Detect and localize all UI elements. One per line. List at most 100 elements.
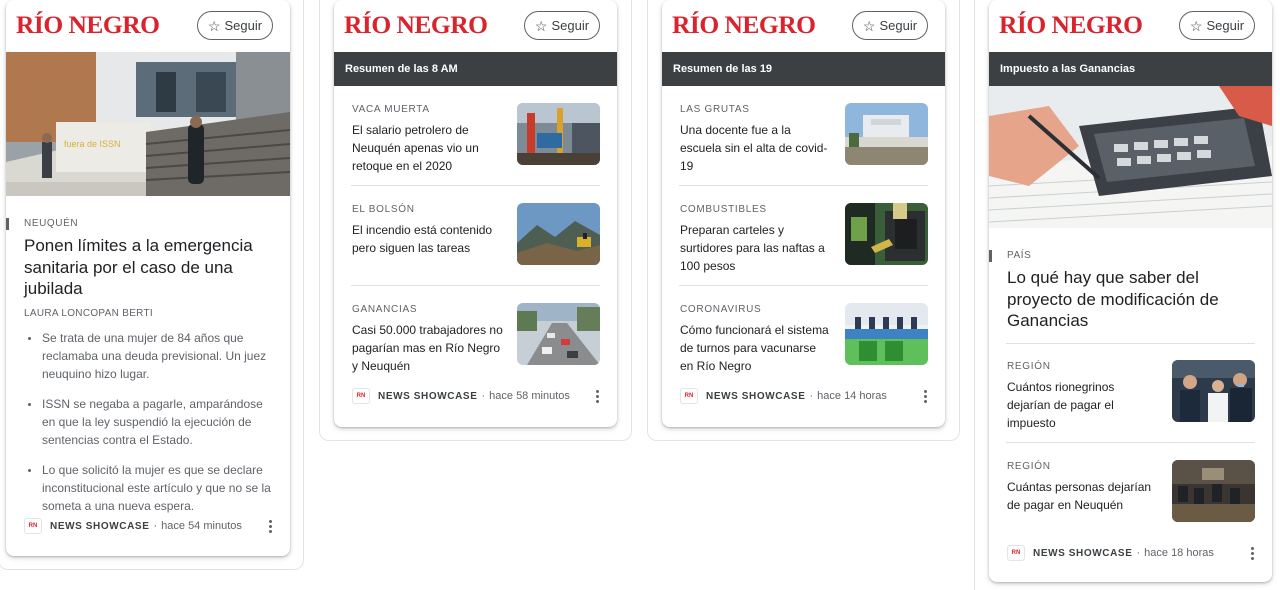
rio-negro-logo[interactable]: RÍO NEGRO xyxy=(344,12,488,40)
list-item[interactable]: GANANCIAS Casi 50.000 trabajadores no pa… xyxy=(351,286,600,386)
card-footer: RN NEWS SHOWCASE · hace 54 minutos xyxy=(24,516,276,536)
lead-story[interactable]: PAÍS Lo qué hay que saber del proyecto d… xyxy=(989,250,1272,332)
bullet-item: Se trata de una mujer de 84 años que rec… xyxy=(24,329,272,383)
item-kicker: LAS GRUTAS xyxy=(680,104,750,115)
calculator-photo xyxy=(989,86,1272,228)
item-thumbnail[interactable] xyxy=(845,103,928,165)
item-thumbnail[interactable] xyxy=(517,203,600,265)
rio-negro-logo[interactable]: RÍO NEGRO xyxy=(999,12,1143,40)
follow-button[interactable]: ☆ Seguir xyxy=(524,11,600,40)
divider-line xyxy=(974,0,975,590)
lead-kicker: NEUQUÉN xyxy=(24,218,79,229)
oil-rig-photo xyxy=(517,103,600,165)
lead-kicker: PAÍS xyxy=(1007,250,1032,261)
more-options-icon[interactable] xyxy=(1247,546,1258,560)
svg-text:fuera de ISSN: fuera de ISSN xyxy=(64,139,121,149)
follow-button[interactable]: ☆ Seguir xyxy=(852,11,928,40)
item-thumbnail[interactable] xyxy=(845,203,928,265)
list-item[interactable]: VACA MUERTA El salario petrolero de Neuq… xyxy=(351,86,600,186)
card-footer: RN NEWS SHOWCASE · hace 58 minutos xyxy=(352,386,603,406)
news-card-ganancias[interactable]: RÍO NEGRO ☆ Seguir Impuesto a las Gananc… xyxy=(989,0,1272,582)
timestamp: hace 54 minutos xyxy=(161,520,242,532)
item-title[interactable]: Cuántos rionegrinos dejarían de pagar el… xyxy=(1007,378,1159,432)
source-label[interactable]: NEWS SHOWCASE xyxy=(706,391,805,402)
list-item[interactable]: CORONAVIRUS Cómo funcionará el sistema d… xyxy=(679,286,928,386)
traffic-photo xyxy=(517,303,600,365)
lead-image[interactable]: fuera de ISSN xyxy=(6,52,290,196)
source-label[interactable]: NEWS SHOWCASE xyxy=(378,391,477,402)
card-header: RÍO NEGRO ☆ Seguir xyxy=(6,0,290,52)
related-list: REGIÓN Cuántos rionegrinos dejarían de p… xyxy=(989,343,1272,543)
section-bar[interactable]: Impuesto a las Ganancias xyxy=(989,52,1272,86)
separator: · xyxy=(153,520,158,532)
item-kicker: CORONAVIRUS xyxy=(680,304,762,315)
follow-label: Seguir xyxy=(879,18,918,33)
item-thumbnail[interactable] xyxy=(845,303,928,365)
item-title[interactable]: Cómo funcionará el sistema de turnos par… xyxy=(680,321,832,375)
congress-photo xyxy=(1172,460,1255,522)
source-label[interactable]: NEWS SHOWCASE xyxy=(1033,548,1132,559)
fuel-pump-photo xyxy=(845,203,928,265)
item-title[interactable]: Casi 50.000 trabajadores no pagarían mas… xyxy=(352,321,504,375)
source-label[interactable]: NEWS SHOWCASE xyxy=(50,521,149,532)
mountain-fire-photo xyxy=(517,203,600,265)
separator: · xyxy=(1136,547,1141,559)
card-header: RÍO NEGRO ☆ Seguir xyxy=(989,0,1272,52)
list-item[interactable]: REGIÓN Cuántos rionegrinos dejarían de p… xyxy=(1006,343,1255,443)
item-kicker: VACA MUERTA xyxy=(352,104,430,115)
bullet-item: ISSN se negaba a pagarle, amparándose en… xyxy=(24,395,272,449)
section-marker xyxy=(989,250,992,262)
timestamp: hace 14 horas xyxy=(817,390,887,402)
politicians-photo xyxy=(1172,360,1255,422)
lead-byline: LAURA LONCOPAN BERTI xyxy=(24,307,153,319)
rn-badge-icon: RN xyxy=(352,388,370,404)
lead-story[interactable]: NEUQUÉN Ponen límites a la emergencia sa… xyxy=(6,218,290,515)
more-options-icon[interactable] xyxy=(265,519,276,533)
more-options-icon[interactable] xyxy=(592,389,603,403)
item-thumbnail[interactable] xyxy=(1172,360,1255,422)
item-kicker: COMBUSTIBLES xyxy=(680,204,767,215)
card-footer: RN NEWS SHOWCASE · hace 18 horas xyxy=(1007,543,1258,563)
follow-label: Seguir xyxy=(1206,18,1245,33)
card-header: RÍO NEGRO ☆ Seguir xyxy=(662,0,945,52)
follow-label: Seguir xyxy=(224,18,263,33)
news-card-resumen-19[interactable]: RÍO NEGRO ☆ Seguir Resumen de las 19 LAS… xyxy=(662,0,945,427)
follow-label: Seguir xyxy=(551,18,590,33)
building-photo: fuera de ISSN xyxy=(6,52,290,196)
follow-button[interactable]: ☆ Seguir xyxy=(197,11,273,40)
item-thumbnail[interactable] xyxy=(517,103,600,165)
timestamp: hace 18 horas xyxy=(1144,547,1214,559)
list-item[interactable]: EL BOLSÓN El incendio está contenido per… xyxy=(351,186,600,286)
star-outline-icon: ☆ xyxy=(534,17,548,34)
list-item[interactable]: COMBUSTIBLES Preparan carteles y surtido… xyxy=(679,186,928,286)
rio-negro-logo[interactable]: RÍO NEGRO xyxy=(16,12,160,40)
news-card-resumen-8am[interactable]: RÍO NEGRO ☆ Seguir Resumen de las 8 AM V… xyxy=(334,0,617,427)
item-title[interactable]: Cuántas personas dejarían de pagar en Ne… xyxy=(1007,478,1159,514)
more-options-icon[interactable] xyxy=(920,389,931,403)
item-title[interactable]: Una docente fue a la escuela sin el alta… xyxy=(680,121,832,175)
item-title[interactable]: Preparan carteles y surtidores para las … xyxy=(680,221,832,275)
rn-badge-icon: RN xyxy=(680,388,698,404)
rio-negro-logo[interactable]: RÍO NEGRO xyxy=(672,12,816,40)
section-bar[interactable]: Resumen de las 19 xyxy=(662,52,945,86)
section-bar[interactable]: Resumen de las 8 AM xyxy=(334,52,617,86)
item-thumbnail[interactable] xyxy=(1172,460,1255,522)
timestamp: hace 58 minutos xyxy=(489,390,570,402)
card-header: RÍO NEGRO ☆ Seguir xyxy=(334,0,617,52)
item-title[interactable]: El salario petrolero de Neuquén apenas v… xyxy=(352,121,504,175)
star-outline-icon: ☆ xyxy=(862,17,876,34)
list-item[interactable]: LAS GRUTAS Una docente fue a la escuela … xyxy=(679,86,928,186)
item-thumbnail[interactable] xyxy=(517,303,600,365)
separator: · xyxy=(481,390,486,402)
list-item[interactable]: REGIÓN Cuántas personas dejarían de paga… xyxy=(1006,443,1255,543)
lead-title[interactable]: Lo qué hay que saber del proyecto de mod… xyxy=(1007,267,1254,332)
news-card-neuquen[interactable]: RÍO NEGRO ☆ Seguir fuera de ISSN NEUQUÉN… xyxy=(6,0,290,556)
follow-button[interactable]: ☆ Seguir xyxy=(1179,11,1255,40)
lead-image[interactable] xyxy=(989,86,1272,228)
card-footer: RN NEWS SHOWCASE · hace 14 horas xyxy=(680,386,931,406)
lead-title[interactable]: Ponen límites a la emergencia sanitaria … xyxy=(24,235,272,300)
item-kicker: REGIÓN xyxy=(1007,361,1051,372)
rn-badge-icon: RN xyxy=(1007,545,1025,561)
item-kicker: REGIÓN xyxy=(1007,461,1051,472)
item-title[interactable]: El incendio está contenido pero siguen l… xyxy=(352,221,504,257)
